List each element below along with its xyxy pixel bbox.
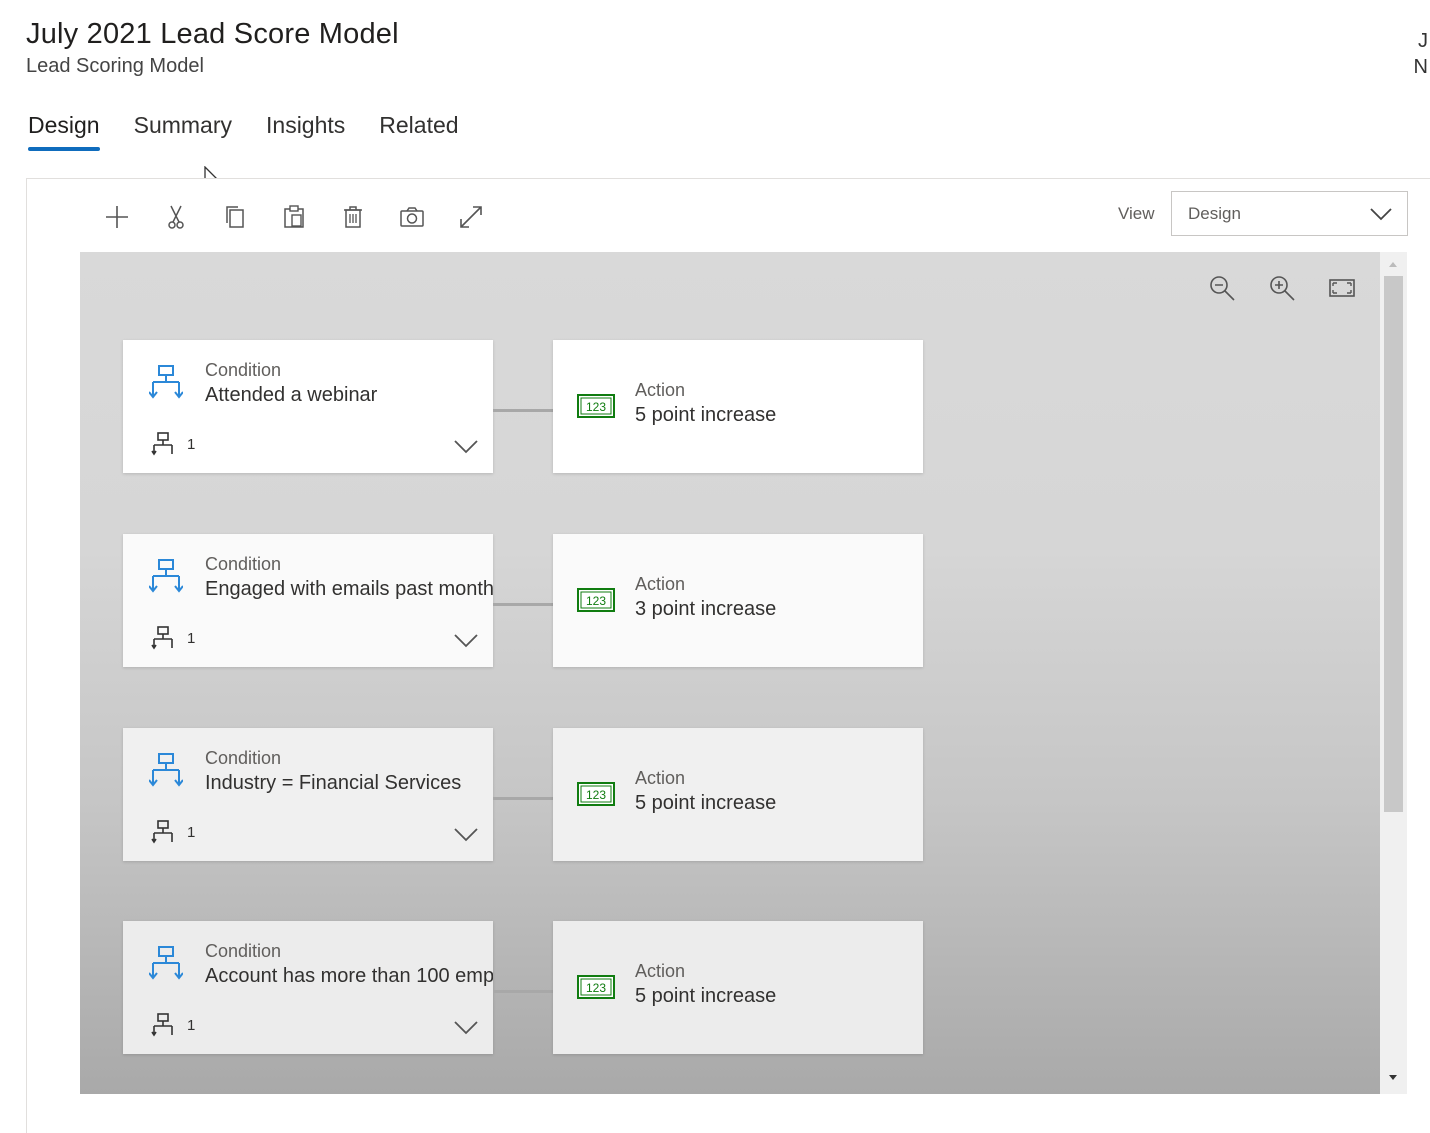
action-card[interactable]: 123 Action 5 point increase — [553, 921, 923, 1054]
chevron-down-icon[interactable] — [453, 1017, 479, 1037]
connector-line — [493, 990, 553, 993]
tab-related[interactable]: Related — [379, 112, 458, 149]
condition-card[interactable]: Condition Engaged with emails past month… — [123, 534, 493, 667]
action-card[interactable]: 123 Action 3 point increase — [553, 534, 923, 667]
number-action-icon: 123 — [577, 394, 615, 418]
connector-line — [493, 409, 553, 412]
scrollbar-thumb[interactable] — [1384, 276, 1403, 812]
add-button[interactable] — [100, 200, 134, 234]
header-right-clip-line-1: J — [1418, 30, 1428, 52]
fit-to-screen-button[interactable] — [1326, 272, 1358, 304]
view-dropdown-value: Design — [1188, 203, 1241, 223]
number-action-icon: 123 — [577, 782, 615, 806]
expand-button[interactable] — [454, 200, 488, 234]
action-label: Action — [635, 768, 686, 788]
snapshot-icon — [400, 207, 424, 227]
action-card[interactable]: 123 Action 5 point increase — [553, 728, 923, 861]
action-card[interactable]: 123 Action 5 point increase — [553, 340, 923, 473]
copy-button[interactable] — [218, 200, 252, 234]
action-icon-text: 123 — [586, 788, 606, 802]
expand-icon — [460, 206, 482, 228]
action-icon-text: 123 — [586, 400, 606, 414]
action-text: 3 point increase — [635, 598, 777, 620]
condition-card[interactable]: Condition Account has more than 100 empl… — [123, 921, 493, 1054]
condition-icon — [149, 753, 183, 787]
action-label: Action — [635, 961, 686, 981]
action-text: 5 point increase — [635, 985, 777, 1007]
condition-icon — [149, 365, 183, 399]
scroll-down-icon[interactable] — [1386, 1072, 1400, 1084]
branch-icon — [151, 432, 173, 456]
view-label: View — [1118, 204, 1155, 223]
action-label: Action — [635, 380, 686, 400]
condition-label: Condition — [205, 748, 282, 768]
chevron-down-icon[interactable] — [453, 824, 479, 844]
condition-icon — [149, 946, 183, 980]
tab-bar: Design Summary Insights Related — [28, 112, 493, 151]
delete-button[interactable] — [336, 200, 370, 234]
tab-summary[interactable]: Summary — [134, 112, 232, 149]
number-action-icon: 123 — [577, 975, 615, 999]
condition-text: Account has more than 100 empl — [205, 965, 493, 987]
header-right-clipped: J N — [1414, 28, 1428, 80]
branch-count: 1 — [187, 436, 196, 453]
chevron-down-icon — [1370, 208, 1392, 221]
condition-card[interactable]: Condition Attended a webinar 1 — [123, 340, 493, 473]
chevron-down-icon[interactable] — [453, 436, 479, 456]
record-header: July 2021 Lead Score Model Lead Scoring … — [26, 18, 399, 78]
designer-toolbar — [100, 200, 513, 234]
condition-text: Industry = Financial Services — [205, 772, 462, 794]
action-label: Action — [635, 574, 686, 594]
paste-button[interactable] — [277, 200, 311, 234]
zoom-in-icon — [1270, 276, 1295, 301]
branch-count: 1 — [187, 1017, 196, 1034]
tab-design[interactable]: Design — [28, 112, 100, 151]
zoom-toolbar — [1206, 272, 1386, 304]
chevron-down-icon[interactable] — [453, 630, 479, 650]
action-text: 5 point increase — [635, 792, 777, 814]
tab-insights[interactable]: Insights — [266, 112, 345, 149]
branch-icon — [151, 820, 173, 844]
action-text: 5 point increase — [635, 404, 777, 426]
connector-line — [493, 797, 553, 800]
view-dropdown[interactable]: Design — [1171, 191, 1408, 236]
branch-icon — [151, 626, 173, 650]
add-icon — [106, 206, 128, 228]
fit-to-screen-icon — [1329, 279, 1355, 297]
action-icon-text: 123 — [586, 981, 606, 995]
action-icon-text: 123 — [586, 594, 606, 608]
page-title: July 2021 Lead Score Model — [26, 18, 399, 50]
zoom-out-button[interactable] — [1206, 272, 1238, 304]
condition-label: Condition — [205, 554, 282, 574]
condition-icon — [149, 559, 183, 593]
condition-card[interactable]: Condition Industry = Financial Services … — [123, 728, 493, 861]
page-subtitle: Lead Scoring Model — [26, 55, 204, 77]
delete-icon — [344, 206, 362, 228]
condition-text: Engaged with emails past month — [205, 578, 493, 600]
condition-label: Condition — [205, 941, 282, 961]
paste-icon — [284, 205, 304, 228]
branch-count: 1 — [187, 824, 196, 841]
header-right-clip-line-2: N — [1413, 56, 1428, 78]
branch-count: 1 — [187, 630, 196, 647]
condition-text: Attended a webinar — [205, 384, 378, 406]
cut-icon — [168, 205, 184, 229]
scroll-up-icon[interactable] — [1386, 258, 1400, 270]
connector-line — [493, 603, 553, 606]
condition-label: Condition — [205, 360, 282, 380]
cut-button[interactable] — [159, 200, 193, 234]
copy-icon — [226, 206, 244, 228]
branch-icon — [151, 1013, 173, 1037]
zoom-out-icon — [1210, 276, 1235, 301]
zoom-in-button[interactable] — [1266, 272, 1298, 304]
snapshot-button[interactable] — [395, 200, 429, 234]
number-action-icon: 123 — [577, 588, 615, 612]
